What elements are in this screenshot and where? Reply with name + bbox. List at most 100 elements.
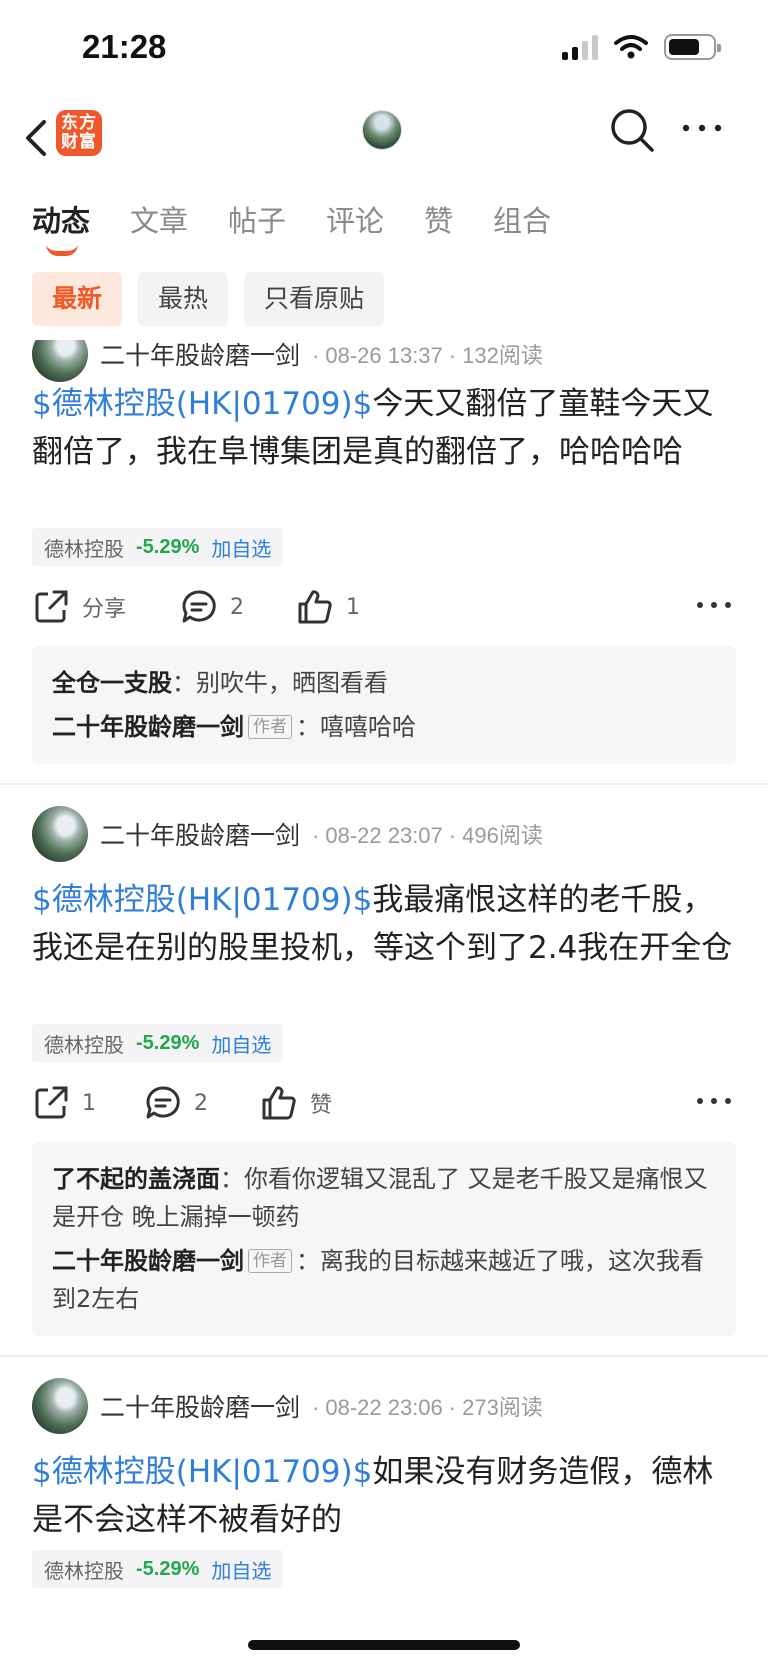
comment-count: 2 bbox=[194, 1090, 208, 1116]
post-header: 二十年股龄磨一剑 · 08-26 13:37 · 132阅读 bbox=[32, 340, 543, 382]
feed: 二十年股龄磨一剑 · 08-26 13:37 · 132阅读 $德林控股(HK|017… bbox=[0, 340, 768, 1663]
filter-hottest[interactable]: 最热 bbox=[138, 272, 229, 326]
like-label: 赞 bbox=[310, 1093, 333, 1118]
like-button[interactable]: 1 bbox=[296, 588, 360, 626]
wifi-icon bbox=[614, 35, 648, 59]
avatar[interactable] bbox=[32, 340, 88, 382]
comment-item[interactable]: 二十年股龄磨一剑 作者 ：嘻嘻哈哈 bbox=[52, 708, 716, 746]
read-count: 496阅读 bbox=[462, 823, 543, 848]
filter-latest[interactable]: 最新 bbox=[32, 272, 123, 326]
nav-bar: 东方 财富 bbox=[0, 100, 768, 180]
commenter-name[interactable]: 二十年股龄磨一剑 bbox=[52, 713, 244, 741]
thumbs-up-icon bbox=[298, 590, 332, 624]
stock-name: 德林控股 bbox=[44, 1032, 124, 1057]
author-badge: 作者 bbox=[248, 715, 292, 739]
home-indicator bbox=[248, 1640, 520, 1650]
stock-link[interactable]: $德林控股(HK|01709)$ bbox=[32, 386, 372, 422]
add-watchlist-button[interactable]: 加自选 bbox=[211, 1555, 271, 1584]
author-name[interactable]: 二十年股龄磨一剑 bbox=[100, 816, 300, 852]
comment-item[interactable]: 二十年股龄磨一剑 作者 ：离我的目标越来越近了哦，这次我看到2左右 bbox=[52, 1242, 716, 1318]
more-menu-icon[interactable] bbox=[680, 118, 724, 138]
post-header: 二十年股龄磨一剑 · 08-22 23:06 · 273阅读 bbox=[32, 1378, 543, 1434]
avatar[interactable] bbox=[32, 806, 88, 862]
stock-tag[interactable]: 德林控股 -5.29% 加自选 bbox=[32, 1024, 284, 1062]
tab-portfolio[interactable]: 组合 bbox=[493, 198, 551, 240]
share-button[interactable]: 分享 bbox=[32, 588, 126, 626]
filter-chips: 最新 最热 只看原贴 bbox=[32, 272, 385, 326]
app-logo[interactable]: 东方 财富 bbox=[56, 110, 102, 156]
status-bar: 21:28 bbox=[0, 0, 768, 100]
post-text[interactable]: $德林控股(HK|01709)$如果没有财务造假，德林是不会这样不被看好的 bbox=[32, 1448, 738, 1544]
add-watchlist-button[interactable]: 加自选 bbox=[211, 533, 271, 562]
tab-likes[interactable]: 赞 bbox=[424, 198, 453, 240]
back-arrow-icon[interactable] bbox=[18, 114, 58, 162]
comment-icon bbox=[182, 590, 216, 623]
post-actions: 分享 2 1 bbox=[32, 588, 732, 634]
thumbs-up-icon bbox=[262, 1086, 296, 1120]
share-button[interactable]: 1 bbox=[32, 1084, 96, 1122]
stock-name: 德林控股 bbox=[44, 536, 124, 561]
read-count: 273阅读 bbox=[462, 1395, 543, 1420]
comment-list: 全仓一支股：别吹牛，晒图看看 二十年股龄磨一剑 作者 ：嘻嘻哈哈 bbox=[32, 646, 736, 764]
share-count: 1 bbox=[82, 1090, 96, 1116]
post-meta: · 08-22 23:06 · 273阅读 bbox=[312, 1395, 543, 1420]
comment-text: 别吹牛，晒图看看 bbox=[196, 669, 388, 697]
avatar[interactable] bbox=[32, 1378, 88, 1434]
search-icon[interactable] bbox=[608, 106, 656, 154]
profile-tabs: 动态 文章 帖子 评论 赞 组合 bbox=[32, 198, 591, 256]
filter-original-only[interactable]: 只看原贴 bbox=[244, 272, 385, 326]
post-date: 08-22 23:06 bbox=[325, 1395, 443, 1420]
comment-button[interactable]: 2 bbox=[144, 1084, 208, 1122]
status-icons bbox=[562, 34, 721, 60]
post-actions: 1 2 赞 bbox=[32, 1084, 732, 1130]
commenter-name[interactable]: 了不起的盖浇面 bbox=[52, 1165, 220, 1193]
tab-dynamic[interactable]: 动态 bbox=[32, 198, 90, 256]
post-date: 08-26 13:37 bbox=[325, 343, 443, 368]
comment-item[interactable]: 了不起的盖浇面：你看你逻辑又混乱了 又是老千股又是痛恨又是开仓 晚上漏掉一顿药 bbox=[52, 1160, 716, 1236]
battery-icon bbox=[664, 34, 721, 60]
stock-tag[interactable]: 德林控股 -5.29% 加自选 bbox=[32, 1550, 284, 1588]
post-text[interactable]: $德林控股(HK|01709)$我最痛恨这样的老千股，我还是在别的股里投机，等这… bbox=[32, 876, 738, 972]
comment-icon bbox=[146, 1086, 180, 1119]
stock-change: -5.29% bbox=[136, 1031, 200, 1054]
stock-link[interactable]: $德林控股(HK|01709)$ bbox=[32, 1454, 372, 1490]
comment-list: 了不起的盖浇面：你看你逻辑又混乱了 又是老千股又是痛恨又是开仓 晚上漏掉一顿药 … bbox=[32, 1142, 736, 1336]
commenter-name[interactable]: 二十年股龄磨一剑 bbox=[52, 1247, 244, 1275]
logo-text-bottom: 财富 bbox=[61, 132, 97, 152]
post-text[interactable]: $德林控股(HK|01709)$今天又翻倍了童鞋今天又翻倍了，我在阜博集团是真的… bbox=[32, 380, 738, 476]
profile-avatar[interactable] bbox=[362, 110, 402, 150]
logo-text-top: 东方 bbox=[61, 113, 97, 133]
tab-comments[interactable]: 评论 bbox=[326, 198, 384, 240]
tab-articles[interactable]: 文章 bbox=[130, 198, 188, 240]
like-count: 1 bbox=[346, 594, 360, 620]
stock-link[interactable]: $德林控股(HK|01709)$ bbox=[32, 882, 372, 918]
like-button[interactable]: 赞 bbox=[260, 1084, 332, 1122]
comment-button[interactable]: 2 bbox=[180, 588, 244, 626]
post-header: 二十年股龄磨一剑 · 08-22 23:07 · 496阅读 bbox=[32, 806, 543, 862]
commenter-name[interactable]: 全仓一支股 bbox=[52, 669, 172, 697]
comment-item[interactable]: 全仓一支股：别吹牛，晒图看看 bbox=[52, 664, 716, 702]
divider bbox=[0, 783, 768, 785]
share-icon bbox=[35, 590, 68, 623]
share-icon bbox=[35, 1086, 68, 1119]
stock-tag[interactable]: 德林控股 -5.29% 加自选 bbox=[32, 528, 284, 566]
stock-change: -5.29% bbox=[136, 535, 200, 558]
cellular-signal-icon bbox=[562, 34, 598, 60]
stock-name: 德林控股 bbox=[44, 1558, 124, 1583]
post-date: 08-22 23:07 bbox=[325, 823, 443, 848]
post-meta: · 08-22 23:07 · 496阅读 bbox=[312, 823, 543, 848]
post-more-icon[interactable] bbox=[696, 598, 732, 612]
author-badge: 作者 bbox=[248, 1249, 292, 1273]
status-time: 21:28 bbox=[82, 28, 167, 65]
comment-text: 嘻嘻哈哈 bbox=[320, 713, 416, 741]
stock-change: -5.29% bbox=[136, 1557, 200, 1580]
divider bbox=[0, 1355, 768, 1357]
author-name[interactable]: 二十年股龄磨一剑 bbox=[100, 340, 300, 372]
author-name[interactable]: 二十年股龄磨一剑 bbox=[100, 1388, 300, 1424]
read-count: 132阅读 bbox=[462, 343, 543, 368]
tab-posts[interactable]: 帖子 bbox=[228, 198, 286, 240]
post-more-icon[interactable] bbox=[696, 1094, 732, 1108]
comment-count: 2 bbox=[230, 594, 244, 620]
add-watchlist-button[interactable]: 加自选 bbox=[211, 1029, 271, 1058]
share-label: 分享 bbox=[82, 597, 127, 622]
